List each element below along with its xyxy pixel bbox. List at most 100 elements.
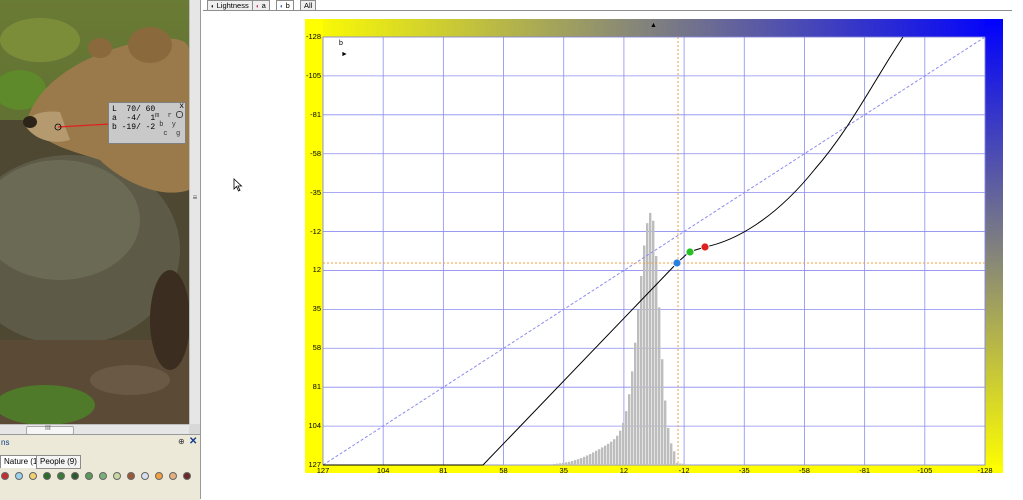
histogram-bar bbox=[631, 371, 634, 465]
x-axis-tick-label: 81 bbox=[439, 466, 448, 475]
a-channel-icon: ◐ bbox=[256, 4, 260, 10]
color-readout-popup: L 70/ 60 a -4/ 1 b -19/ -2 m r b y c g x bbox=[108, 102, 186, 144]
histogram-bar bbox=[658, 307, 661, 465]
histogram-bar bbox=[682, 463, 685, 465]
x-axis-tick-label: -12 bbox=[678, 466, 690, 475]
channel-axis-title: b bbox=[339, 40, 343, 47]
preset-swatch[interactable] bbox=[1, 472, 9, 480]
vertical-scrollbar[interactable]: ≡ bbox=[189, 0, 200, 424]
histogram-bar bbox=[679, 463, 682, 465]
x-axis-tick-label: 127 bbox=[316, 466, 330, 475]
preset-swatch[interactable] bbox=[57, 472, 65, 480]
bear-photo[interactable] bbox=[0, 0, 189, 424]
y-axis-tick-label: -58 bbox=[310, 148, 321, 158]
readout-target-icon[interactable] bbox=[176, 111, 183, 118]
histogram-bar bbox=[664, 400, 667, 465]
histogram-bar bbox=[565, 462, 568, 465]
tab-all[interactable]: All bbox=[300, 0, 317, 10]
histogram-bar bbox=[643, 245, 646, 465]
x-axis-tick-label: -58 bbox=[799, 466, 810, 475]
y-axis-tick-label: 35 bbox=[312, 304, 321, 314]
histogram-bar bbox=[625, 411, 628, 465]
histogram-bar bbox=[595, 450, 598, 465]
preset-swatch[interactable] bbox=[155, 472, 163, 480]
histogram-bar bbox=[634, 342, 637, 465]
preset-swatch[interactable] bbox=[99, 472, 107, 480]
y-axis-tick-label: -128 bbox=[305, 32, 321, 41]
preset-swatch[interactable] bbox=[127, 472, 135, 480]
histogram-bar bbox=[601, 447, 604, 465]
x-axis-tick-label: 104 bbox=[376, 466, 390, 475]
tab-lightness[interactable]: ◐ Lightness bbox=[207, 0, 253, 10]
histogram-bar bbox=[610, 441, 613, 465]
histogram-bar bbox=[673, 451, 676, 465]
curve-control-point[interactable] bbox=[672, 258, 682, 268]
preset-swatch[interactable] bbox=[113, 472, 121, 480]
top-marker-icon[interactable]: ▲ bbox=[650, 22, 657, 29]
histogram-bar bbox=[637, 309, 640, 465]
y-axis-tick-label: 104 bbox=[308, 421, 321, 431]
mouse-cursor-icon bbox=[233, 178, 243, 192]
curves-svg[interactable] bbox=[305, 19, 1003, 473]
channel-tabbar: ◐ Lightness ◐ a ◐ b All bbox=[203, 0, 1023, 11]
panel-title: ns bbox=[1, 438, 10, 447]
tab-a[interactable]: ◐ a bbox=[252, 0, 270, 10]
histogram-bar bbox=[655, 256, 658, 465]
preset-swatch[interactable] bbox=[71, 472, 79, 480]
histogram-bar bbox=[661, 359, 664, 465]
preset-swatch[interactable] bbox=[29, 472, 37, 480]
tab-b-label: b bbox=[285, 1, 290, 10]
histogram-bar bbox=[583, 456, 586, 465]
x-axis-tick-label: -128 bbox=[977, 466, 993, 475]
histogram-bar bbox=[577, 459, 580, 465]
x-axis-tick-label: 58 bbox=[499, 466, 508, 475]
x-axis-tick-label: -81 bbox=[859, 466, 871, 475]
histogram-bar bbox=[598, 449, 601, 465]
y-axis-tick-label: -35 bbox=[310, 187, 321, 197]
tab-a-label: a bbox=[261, 1, 266, 10]
histogram-bar bbox=[553, 463, 556, 465]
histogram-bar bbox=[607, 443, 610, 465]
preset-swatch[interactable] bbox=[141, 472, 149, 480]
pin-icon[interactable]: ⊕ bbox=[178, 437, 185, 446]
histogram-bar bbox=[556, 463, 559, 465]
window-edge bbox=[1012, 0, 1023, 499]
histogram-bar bbox=[613, 439, 616, 465]
histogram-bar bbox=[568, 461, 571, 465]
histogram-bar bbox=[670, 443, 673, 465]
y-axis-tick-label: -105 bbox=[305, 70, 321, 80]
tab-b[interactable]: ◐ b bbox=[276, 0, 294, 10]
histogram-bar bbox=[592, 452, 595, 465]
y-axis-tick-label: 12 bbox=[312, 265, 321, 275]
lightness-icon: ◐ bbox=[211, 4, 215, 10]
curve-control-point[interactable] bbox=[700, 242, 710, 252]
x-axis-tick-label: 12 bbox=[619, 466, 629, 475]
y-axis-tick-label: 81 bbox=[312, 382, 321, 392]
preset-swatch[interactable] bbox=[15, 472, 23, 480]
histogram-bar bbox=[574, 460, 577, 465]
y-axis-tick-label: 58 bbox=[312, 343, 321, 353]
curve-control-point[interactable] bbox=[685, 247, 695, 257]
histogram-bar bbox=[628, 394, 631, 465]
y-axis-tick-label: -81 bbox=[310, 109, 321, 119]
histogram-bar bbox=[622, 422, 625, 465]
histogram-bar bbox=[676, 463, 679, 465]
histogram-bar bbox=[589, 453, 592, 465]
preset-swatch[interactable] bbox=[85, 472, 93, 480]
tab-people[interactable]: People (9) bbox=[36, 455, 81, 469]
preset-swatch[interactable] bbox=[183, 472, 191, 480]
histogram-bar bbox=[586, 455, 589, 465]
preset-swatch[interactable] bbox=[169, 472, 177, 480]
histogram-bar bbox=[580, 458, 583, 465]
x-axis-tick-label: 35 bbox=[559, 466, 568, 475]
histogram-bar bbox=[619, 430, 622, 465]
histogram-bar bbox=[667, 427, 670, 465]
curves-graph[interactable] bbox=[305, 19, 1003, 473]
histogram-bar bbox=[652, 220, 655, 465]
histogram-bar bbox=[604, 445, 607, 465]
preset-swatch[interactable] bbox=[43, 472, 51, 480]
close-icon[interactable]: ✕ bbox=[189, 436, 197, 447]
readout-close-button[interactable]: x bbox=[179, 102, 184, 111]
histogram-bar bbox=[646, 223, 649, 465]
play-marker-icon: ► bbox=[341, 51, 348, 58]
